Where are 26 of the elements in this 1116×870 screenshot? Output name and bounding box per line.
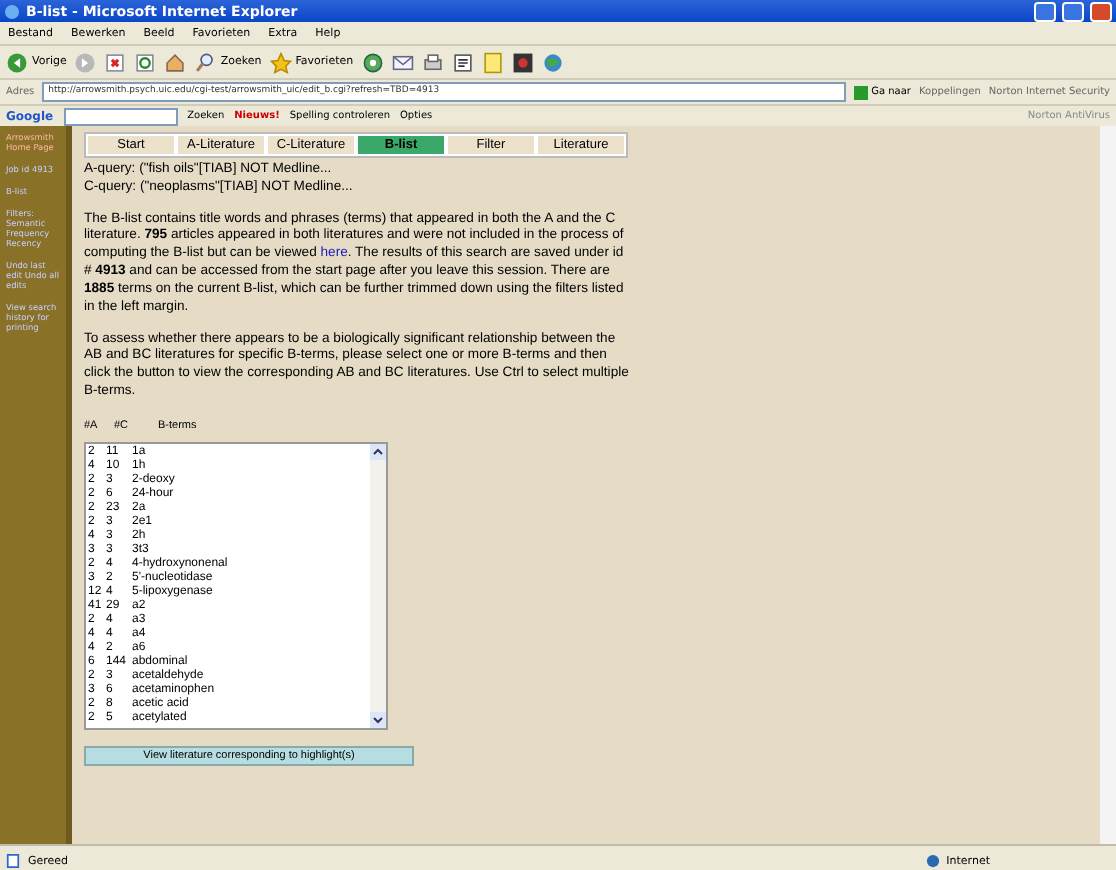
stop-icon xyxy=(104,51,127,73)
globe-icon xyxy=(541,51,564,73)
terms-listbox[interactable] xyxy=(84,441,388,730)
page-icon xyxy=(6,854,20,868)
star-icon xyxy=(269,51,292,73)
note-icon xyxy=(481,51,504,73)
scrollbar[interactable] xyxy=(370,443,386,728)
globe-icon xyxy=(926,854,941,868)
scroll-up-icon[interactable] xyxy=(370,443,386,460)
refresh-icon xyxy=(134,51,157,73)
toolbar-button[interactable] xyxy=(421,51,444,73)
globe-icon xyxy=(4,3,20,19)
back-icon xyxy=(6,51,28,73)
minimize-button[interactable] xyxy=(1034,1,1056,21)
page-scrollbar[interactable] xyxy=(1100,126,1116,844)
search-field[interactable] xyxy=(63,107,178,125)
print-icon xyxy=(421,51,444,73)
search-icon xyxy=(194,51,217,73)
close-button[interactable] xyxy=(1090,1,1112,21)
maximize-button[interactable] xyxy=(1062,1,1084,21)
edit-icon xyxy=(451,51,474,73)
home-icon xyxy=(164,51,187,73)
forward-icon xyxy=(74,51,97,73)
toolbar-button[interactable] xyxy=(451,51,474,73)
mail-icon xyxy=(391,51,414,73)
scroll-down-icon[interactable] xyxy=(370,711,386,728)
